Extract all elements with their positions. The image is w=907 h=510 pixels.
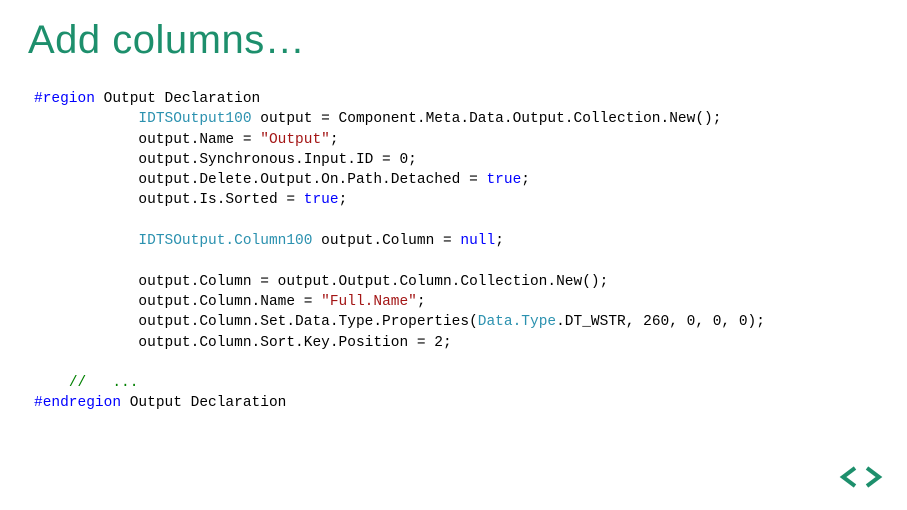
l8b: ; (417, 294, 426, 310)
l10: output.Column.Sort.Key.Position = 2; (138, 335, 451, 351)
l2a: output.Name = (138, 132, 260, 148)
type-column: IDTSOutput.Column100 (138, 233, 312, 249)
l4c: ; (521, 172, 530, 188)
l5b: true (304, 192, 339, 208)
indent (34, 192, 138, 208)
indent (34, 314, 138, 330)
indent (34, 132, 138, 148)
region-close-label: Output Declaration (121, 395, 286, 411)
code-block: #region Output Declaration IDTSOutput100… (34, 89, 879, 414)
indent (34, 233, 138, 249)
l4b: true (486, 172, 521, 188)
indent (34, 274, 138, 290)
comment: // ... (69, 375, 139, 391)
brand-logo-icon (839, 464, 883, 490)
l5c: ; (339, 192, 348, 208)
indent (34, 172, 138, 188)
cmt-indent (34, 375, 69, 391)
l8s: "Full.Name" (321, 294, 417, 310)
l2-str: "Output" (260, 132, 330, 148)
region-open-label: Output Declaration (95, 91, 260, 107)
slide-title: Add columns… (28, 18, 879, 63)
l5a: output.Is.Sorted = (138, 192, 303, 208)
slide-body: Add columns… #region Output Declaration … (0, 0, 907, 510)
l2b: ; (330, 132, 339, 148)
region-open-kw: #region (34, 91, 95, 107)
l8a: output.Column.Name = (138, 294, 321, 310)
l6a: output.Column = (312, 233, 460, 249)
l9a: output.Column.Set.Data.Type.Properties( (138, 314, 477, 330)
l4a: output.Delete.Output.On.Path.Detached = (138, 172, 486, 188)
indent (34, 111, 138, 127)
l9b: Data.Type (478, 314, 556, 330)
region-close-kw: #endregion (34, 395, 121, 411)
l1a: output = Component.Meta.Data.Output.Coll… (252, 111, 722, 127)
indent (34, 152, 138, 168)
l3: output.Synchronous.Input.ID = 0; (138, 152, 416, 168)
l6c: ; (495, 233, 504, 249)
indent (34, 294, 138, 310)
type-output: IDTSOutput100 (138, 111, 251, 127)
indent (34, 335, 138, 351)
l9c: .DT_WSTR, 260, 0, 0, 0); (556, 314, 765, 330)
l7: output.Column = output.Output.Column.Col… (138, 274, 608, 290)
l6b: null (460, 233, 495, 249)
